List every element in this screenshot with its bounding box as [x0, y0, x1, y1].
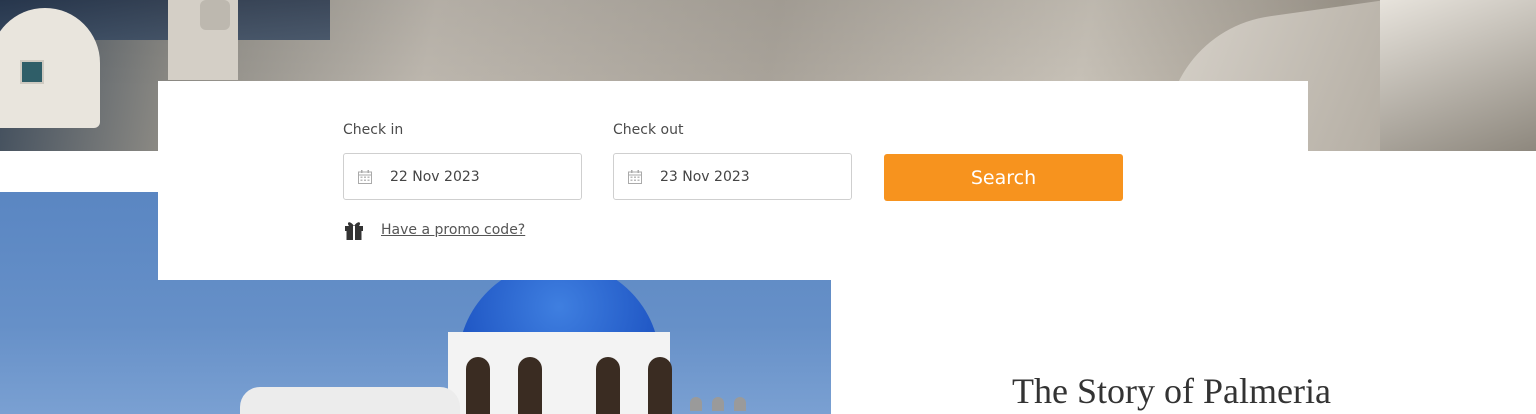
check-out-value: 23 Nov 2023	[660, 168, 750, 185]
check-out-field[interactable]: 23 Nov 2023	[613, 153, 852, 200]
search-button[interactable]: Search	[884, 154, 1123, 201]
calendar-icon	[628, 169, 642, 184]
booking-panel: Check in 22 Nov 2023 Check out 23 Nov 20	[158, 81, 1308, 280]
calendar-icon	[358, 169, 372, 184]
check-in-field[interactable]: 22 Nov 2023	[343, 153, 582, 200]
gift-icon	[345, 222, 363, 240]
check-in-label: Check in	[343, 122, 404, 138]
promo-code-row: Have a promo code?	[343, 219, 525, 241]
story-title: The Story of Palmeria	[1012, 371, 1331, 411]
promo-code-link[interactable]: Have a promo code?	[381, 222, 525, 238]
check-out-label: Check out	[613, 122, 684, 138]
check-in-value: 22 Nov 2023	[390, 168, 480, 185]
